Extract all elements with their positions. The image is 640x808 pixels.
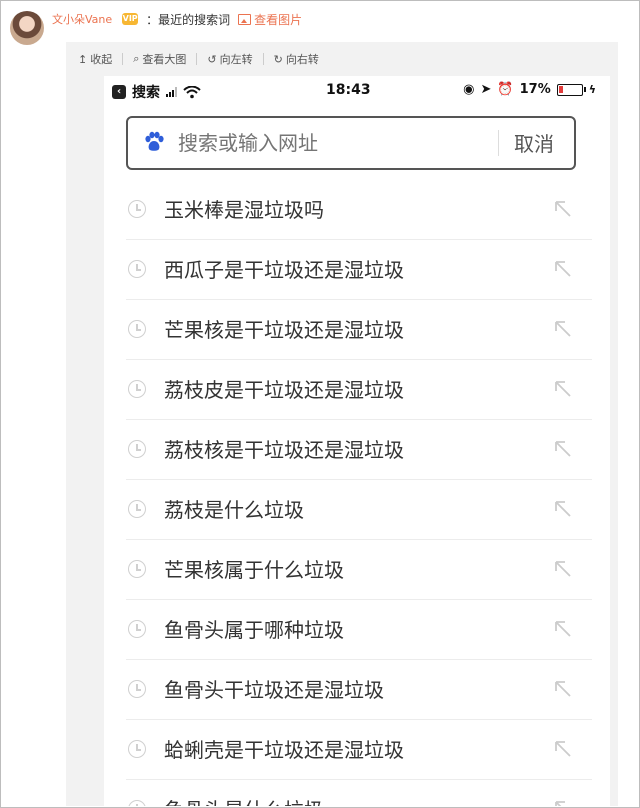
rotate-right-label: 向右转 [285, 53, 319, 66]
collapse-label: 收起 [90, 53, 113, 66]
signal-icon [166, 87, 177, 97]
history-item-text: 鱼骨头是什么垃圾 [164, 794, 324, 806]
fill-query-arrow-icon[interactable] [552, 798, 574, 806]
fill-query-arrow-icon[interactable] [552, 198, 574, 220]
toolbar-divider [196, 53, 198, 65]
history-item[interactable]: 鱼骨头属于哪种垃圾 [126, 600, 592, 660]
phone-screenshot: ‹ 搜索 18:43 ◉ ➤ ⏰ 17% ϟ 搜索或输入网址 取消 玉米棒是湿垃… [104, 76, 610, 806]
history-item[interactable]: 荔枝皮是干垃圾还是湿垃圾 [126, 360, 592, 420]
history-item-text: 荔枝是什么垃圾 [164, 498, 304, 522]
history-item[interactable]: 鱼骨头是什么垃圾 [126, 780, 592, 806]
rotate-right-button[interactable]: ↻ 向右转 [274, 51, 319, 67]
picture-toolbar: ↥ 收起 ⌕ 查看大图 ↺ 向左转 ↻ 向右转 [66, 42, 630, 76]
view-large-label: 查看大图 [142, 53, 187, 66]
clock-icon [128, 800, 146, 806]
fill-query-arrow-icon[interactable] [552, 738, 574, 760]
history-item-text: 蛤蜊壳是干垃圾还是湿垃圾 [164, 738, 404, 762]
history-item-text: 荔枝皮是干垃圾还是湿垃圾 [164, 378, 404, 402]
avatar[interactable] [10, 11, 44, 45]
clock-icon [128, 500, 146, 518]
fill-query-arrow-icon[interactable] [552, 318, 574, 340]
status-time: 18:43 [326, 82, 371, 98]
toolbar-divider [122, 53, 124, 65]
history-item-text: 荔枝核是干垃圾还是湿垃圾 [164, 438, 404, 462]
fill-query-arrow-icon[interactable] [552, 378, 574, 400]
history-item-text: 鱼骨头干垃圾还是湿垃圾 [164, 678, 384, 702]
battery-percent: 17% [519, 82, 551, 97]
cancel-button[interactable]: 取消 [514, 128, 554, 157]
history-item-text: 西瓜子是干垃圾还是湿垃圾 [164, 258, 404, 282]
clock-icon [128, 380, 146, 398]
clock-icon [128, 680, 146, 698]
collapse-icon: ↥ [78, 52, 88, 66]
rotate-left-button[interactable]: ↺ 向左转 [207, 51, 252, 67]
fill-query-arrow-icon[interactable] [552, 498, 574, 520]
status-right: ◉ ➤ ⏰ 17% ϟ [463, 82, 596, 97]
history-item-text: 芒果核是干垃圾还是湿垃圾 [164, 318, 404, 342]
rotate-left-icon: ↺ [207, 52, 217, 66]
view-large-button[interactable]: ⌕ 查看大图 [133, 51, 186, 67]
search-input[interactable] [176, 130, 480, 156]
status-left: ‹ 搜索 [112, 82, 201, 102]
wifi-icon [183, 85, 201, 98]
history-item-text: 鱼骨头属于哪种垃圾 [164, 618, 344, 642]
fill-query-arrow-icon[interactable] [552, 438, 574, 460]
battery-icon [556, 83, 586, 96]
status-bar: ‹ 搜索 18:43 ◉ ➤ ⏰ 17% ϟ [104, 76, 610, 106]
alarm-icon: ⏰ [497, 82, 514, 97]
username-link[interactable]: 文小朵Vane [52, 11, 112, 27]
picture-icon [238, 13, 252, 25]
picture-viewer: ↥ 收起 ⌕ 查看大图 ↺ 向左转 ↻ 向右转 ‹ 搜索 18:43 ◉ ➤ ⏰… [66, 42, 618, 806]
rotate-right-icon: ↻ [273, 52, 283, 66]
view-picture-label: 查看图片 [254, 12, 303, 27]
fill-query-arrow-icon[interactable] [552, 558, 574, 580]
history-item-text: 玉米棒是湿垃圾吗 [164, 198, 324, 222]
collapse-button[interactable]: ↥ 收起 [78, 51, 112, 67]
back-arrow-icon[interactable]: ‹ [112, 85, 126, 99]
history-item[interactable]: 荔枝是什么垃圾 [126, 480, 592, 540]
history-item[interactable]: 鱼骨头干垃圾还是湿垃圾 [126, 660, 592, 720]
history-item-text: 芒果核属于什么垃圾 [164, 558, 344, 582]
charging-icon: ϟ [588, 83, 596, 96]
clock-icon [128, 320, 146, 338]
toolbar-divider [262, 53, 264, 65]
rotate-left-label: 向左转 [219, 53, 253, 66]
fill-query-arrow-icon[interactable] [552, 258, 574, 280]
post-text: ：最近的搜索词 [146, 12, 231, 27]
back-app-label[interactable]: 搜索 [132, 82, 160, 102]
fill-query-arrow-icon[interactable] [552, 678, 574, 700]
history-item[interactable]: 荔枝核是干垃圾还是湿垃圾 [126, 420, 592, 480]
vip-badge-icon: VIP [122, 13, 139, 25]
baidu-paw-icon [145, 131, 164, 151]
clock-icon [128, 440, 146, 458]
search-bar[interactable]: 取消 [126, 116, 576, 170]
search-divider [498, 130, 499, 156]
location-icon: ➤ [480, 82, 492, 97]
clock-icon [128, 740, 146, 758]
orientation-lock-icon: ◉ [463, 82, 475, 97]
clock-icon [128, 560, 146, 578]
fill-query-arrow-icon[interactable] [552, 618, 574, 640]
clock-icon [128, 200, 146, 218]
history-item[interactable]: 西瓜子是干垃圾还是湿垃圾 [126, 240, 592, 300]
history-item[interactable]: 蛤蜊壳是干垃圾还是湿垃圾 [126, 720, 592, 780]
magnifier-icon: ⌕ [133, 52, 140, 65]
clock-icon [128, 260, 146, 278]
search-history-list: 玉米棒是湿垃圾吗 西瓜子是干垃圾还是湿垃圾 芒果核是干垃圾还是湿垃圾 荔枝皮是干… [126, 180, 592, 806]
view-picture-link[interactable]: 查看图片 [238, 11, 302, 28]
history-item[interactable]: 芒果核属于什么垃圾 [126, 540, 592, 600]
history-item[interactable]: 芒果核是干垃圾还是湿垃圾 [126, 300, 592, 360]
clock-icon [128, 620, 146, 638]
history-item[interactable]: 玉米棒是湿垃圾吗 [126, 180, 592, 240]
